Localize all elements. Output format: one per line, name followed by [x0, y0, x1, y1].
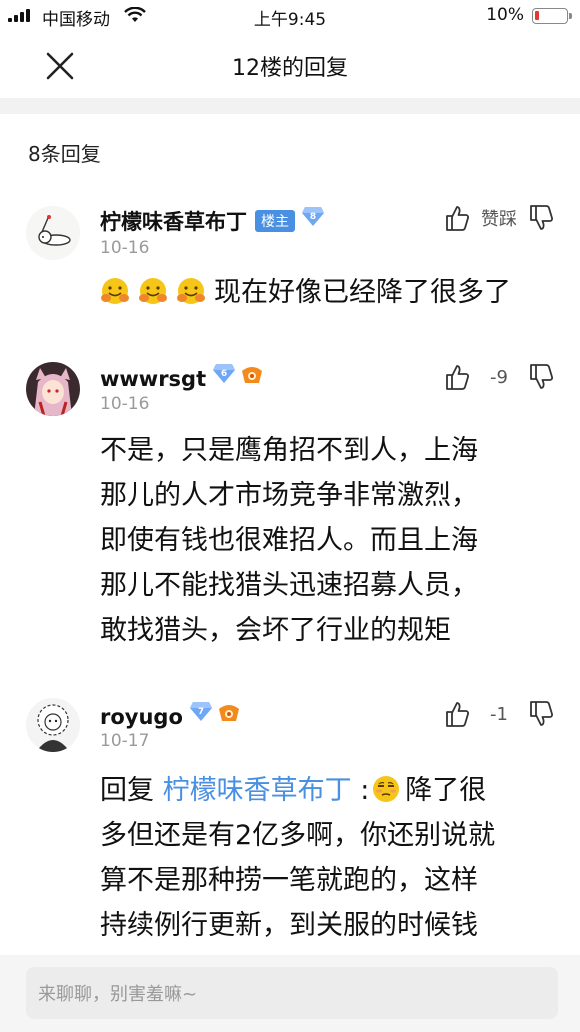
- comment-line: 敢找猎头，会坏了行业的规矩: [100, 615, 451, 646]
- vote-score: -1: [490, 703, 508, 725]
- comment-line: 那儿的人才市场竞争非常激烈，: [100, 480, 478, 511]
- comment-line: 回复 柠檬味香草布丁 : 降了很: [100, 768, 550, 813]
- level-number: 6: [221, 369, 227, 379]
- vote-label: 赞踩: [481, 209, 517, 230]
- vote-controls: -1: [444, 699, 554, 729]
- comment-input-bar: 来聊聊，别害羞嘛~: [0, 955, 580, 1032]
- thumbs-down-icon[interactable]: [528, 700, 554, 728]
- comment-text: 不是，只是鹰角招不到人，上海 那儿的人才市场竞争非常激烈， 即使有钱也很难招人。…: [100, 428, 550, 653]
- reply-count: 8条回复: [28, 142, 101, 166]
- unamused-face-emoji-icon: [373, 776, 400, 802]
- level-gem-icon: 6: [213, 364, 236, 383]
- hugging-face-emoji-icon: [101, 278, 129, 304]
- divider: [0, 98, 580, 114]
- battery-percent: 10%: [486, 5, 524, 25]
- level-gem-icon: 8: [302, 207, 324, 226]
- comment-text-content: 现在好像已经降了很多了: [214, 277, 511, 308]
- username-text: 柠檬味香草布丁: [100, 210, 247, 234]
- thumbs-up-icon[interactable]: [444, 204, 470, 232]
- comment-text: 回复 柠檬味香草布丁 : 降了很 多但还是有2亿多啊，你还别说就 算不是那种捞一笔…: [100, 768, 550, 948]
- thumbs-up-icon[interactable]: [444, 700, 470, 728]
- comment-date: 10-16: [100, 238, 150, 258]
- fan-badge-icon: [218, 705, 239, 721]
- level-number: 8: [310, 212, 316, 222]
- avatar[interactable]: [26, 698, 80, 752]
- comment-line: 持续例行更新，到关服的时候钱: [100, 910, 478, 941]
- comment-line: 算不是那种捞一笔就跑的，这样: [100, 865, 478, 896]
- comment-date: 10-16: [100, 394, 150, 414]
- comment-text: 现在好像已经降了很多了: [100, 270, 550, 315]
- comment-line: 不是，只是鹰角招不到人，上海: [100, 435, 478, 466]
- reply-separator: :: [360, 775, 370, 806]
- status-bar: 中国移动 上午9:45 10%: [0, 0, 580, 32]
- thumbs-down-icon[interactable]: [528, 204, 554, 232]
- page-title: 12楼的回复: [232, 56, 348, 81]
- battery-icon: [532, 8, 572, 24]
- username[interactable]: wwwrsgt 6: [100, 362, 264, 391]
- fan-badge-icon: [242, 367, 263, 383]
- nav-bar: 12楼的回复: [0, 32, 580, 98]
- thumbs-up-icon[interactable]: [444, 363, 470, 391]
- thumbs-down-icon[interactable]: [528, 363, 554, 391]
- reply-prefix: 回复: [100, 775, 154, 806]
- comment-text-content: 降了很: [405, 775, 487, 806]
- vote-score: -9: [490, 366, 508, 388]
- level-gem-icon: 7: [189, 702, 212, 721]
- vote-controls: -9: [444, 362, 554, 392]
- hugging-face-emoji-icon: [177, 278, 205, 304]
- username[interactable]: 柠檬味香草布丁 楼主 8: [100, 205, 325, 236]
- comment-line: 多但还是有2亿多啊，你还别说就: [100, 820, 496, 851]
- comment-line: 那儿不能找猎头迅速招募人员，: [100, 570, 478, 601]
- vote-controls: 赞踩: [444, 203, 554, 233]
- hugging-face-emoji-icon: [139, 278, 167, 304]
- username-text: wwwrsgt: [100, 367, 207, 391]
- comment-line: 即使有钱也很难招人。而且上海: [100, 525, 478, 556]
- level-number: 7: [198, 707, 204, 717]
- avatar[interactable]: [26, 206, 80, 260]
- username-text: royugo: [100, 705, 183, 729]
- owner-badge: 楼主: [255, 210, 295, 232]
- comment-date: 10-17: [100, 731, 150, 751]
- mention-link[interactable]: 柠檬味香草布丁: [163, 775, 352, 806]
- avatar[interactable]: [26, 362, 80, 416]
- comment-input[interactable]: 来聊聊，别害羞嘛~: [26, 967, 558, 1019]
- username[interactable]: royugo 7: [100, 700, 241, 729]
